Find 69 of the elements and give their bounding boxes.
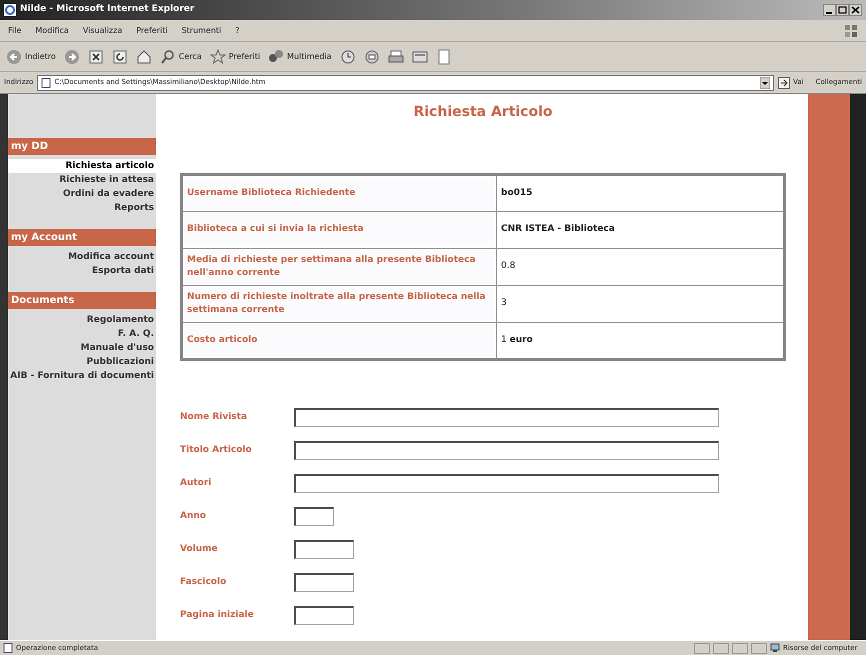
table-cell: Username Biblioteca Richiedente (182, 174, 496, 212)
field-label: Pagina iniziale (180, 608, 255, 622)
sidebar-link[interactable]: Richieste in attesa (8, 173, 156, 187)
section-header: Documents (8, 292, 156, 309)
sidebar-link[interactable]: Modifica account (8, 250, 156, 264)
status-panel (713, 642, 729, 654)
section-header: my DD (8, 138, 156, 155)
input-field[interactable] (294, 408, 719, 427)
page-icon (3, 643, 13, 653)
computer-icon (770, 643, 780, 653)
sidebar-link[interactable]: Regolamento (8, 313, 156, 327)
home-icon[interactable] (136, 48, 152, 64)
sidebar-link[interactable]: Esporta dati (8, 264, 156, 278)
sidebar-link[interactable]: Pubblicazioni (8, 355, 156, 369)
sidebar-link[interactable]: Manuale d'uso (8, 341, 156, 355)
section-header: my Account (8, 229, 156, 246)
menu-item[interactable]: File (8, 24, 22, 36)
window-title: Nilde - Microsoft Internet Explorer (20, 3, 196, 16)
search-button[interactable]: Cerca (160, 48, 202, 64)
favorites-button[interactable]: Preferiti (210, 48, 260, 64)
sidebar-link[interactable]: AIB - Fornitura di documenti (8, 369, 156, 383)
page-title: Richiesta Articolo (412, 103, 554, 122)
media-icon (268, 48, 284, 64)
sidebar-link[interactable]: F. A. Q. (8, 327, 156, 341)
input-field[interactable] (294, 606, 354, 625)
printer-icon[interactable] (388, 48, 404, 64)
sidebar-link[interactable]: Richiesta articolo (8, 159, 156, 173)
maximize-icon[interactable] (836, 4, 849, 16)
input-field[interactable] (294, 573, 354, 592)
field-label: Anno (180, 510, 207, 523)
input-field[interactable] (294, 441, 719, 460)
field-label: Titolo Articolo (180, 444, 253, 457)
envelope-icon[interactable] (364, 48, 380, 64)
menu-item[interactable]: Preferiti (136, 24, 168, 36)
input-field[interactable] (294, 540, 354, 559)
status-panel (732, 642, 748, 654)
media-button[interactable]: Multimedia (268, 48, 332, 64)
input-field[interactable] (294, 507, 334, 526)
arrow-icon (778, 76, 790, 88)
table-cell: Numero di richieste inoltrate alla presente Biblioteca nella settimana corrente (182, 286, 496, 322)
minimize-icon[interactable] (823, 4, 836, 16)
menu-item[interactable]: Visualizza (82, 24, 122, 36)
input-field[interactable] (294, 474, 719, 493)
search-icon (160, 48, 176, 64)
page-icon[interactable] (436, 48, 452, 64)
clock-icon[interactable] (340, 48, 356, 64)
field-label: Fascicolo (180, 576, 228, 589)
table-cell: Biblioteca a cui si invia la richiesta (182, 212, 496, 248)
dropdown-arrow-icon[interactable] (760, 76, 770, 88)
table-cell: Costo articolo (182, 322, 496, 360)
close-icon[interactable] (849, 4, 862, 16)
menu-item[interactable]: ? (235, 24, 240, 36)
menu-item[interactable]: Modifica (35, 24, 69, 36)
document-icon[interactable] (412, 48, 428, 64)
field-label: Autori (180, 476, 212, 490)
menu-item[interactable]: Strumenti (182, 24, 222, 36)
status-panel (751, 642, 767, 654)
field-label: Nome Rivista (180, 410, 248, 424)
scrollbar[interactable] (850, 94, 866, 640)
star-icon (210, 48, 226, 64)
field-label: Volume (180, 542, 219, 556)
page-icon (41, 78, 52, 88)
status-panel (694, 642, 710, 654)
back-button[interactable]: Indietro (6, 48, 56, 64)
refresh-icon[interactable] (112, 48, 128, 64)
stop-icon[interactable] (88, 48, 104, 64)
table-cell: Media di richieste per settimana alla presente Biblioteca nell'anno corrente (182, 248, 496, 286)
sidebar-link[interactable]: Reports (8, 201, 156, 215)
sidebar-link[interactable]: Ordini da evadere (8, 187, 156, 201)
